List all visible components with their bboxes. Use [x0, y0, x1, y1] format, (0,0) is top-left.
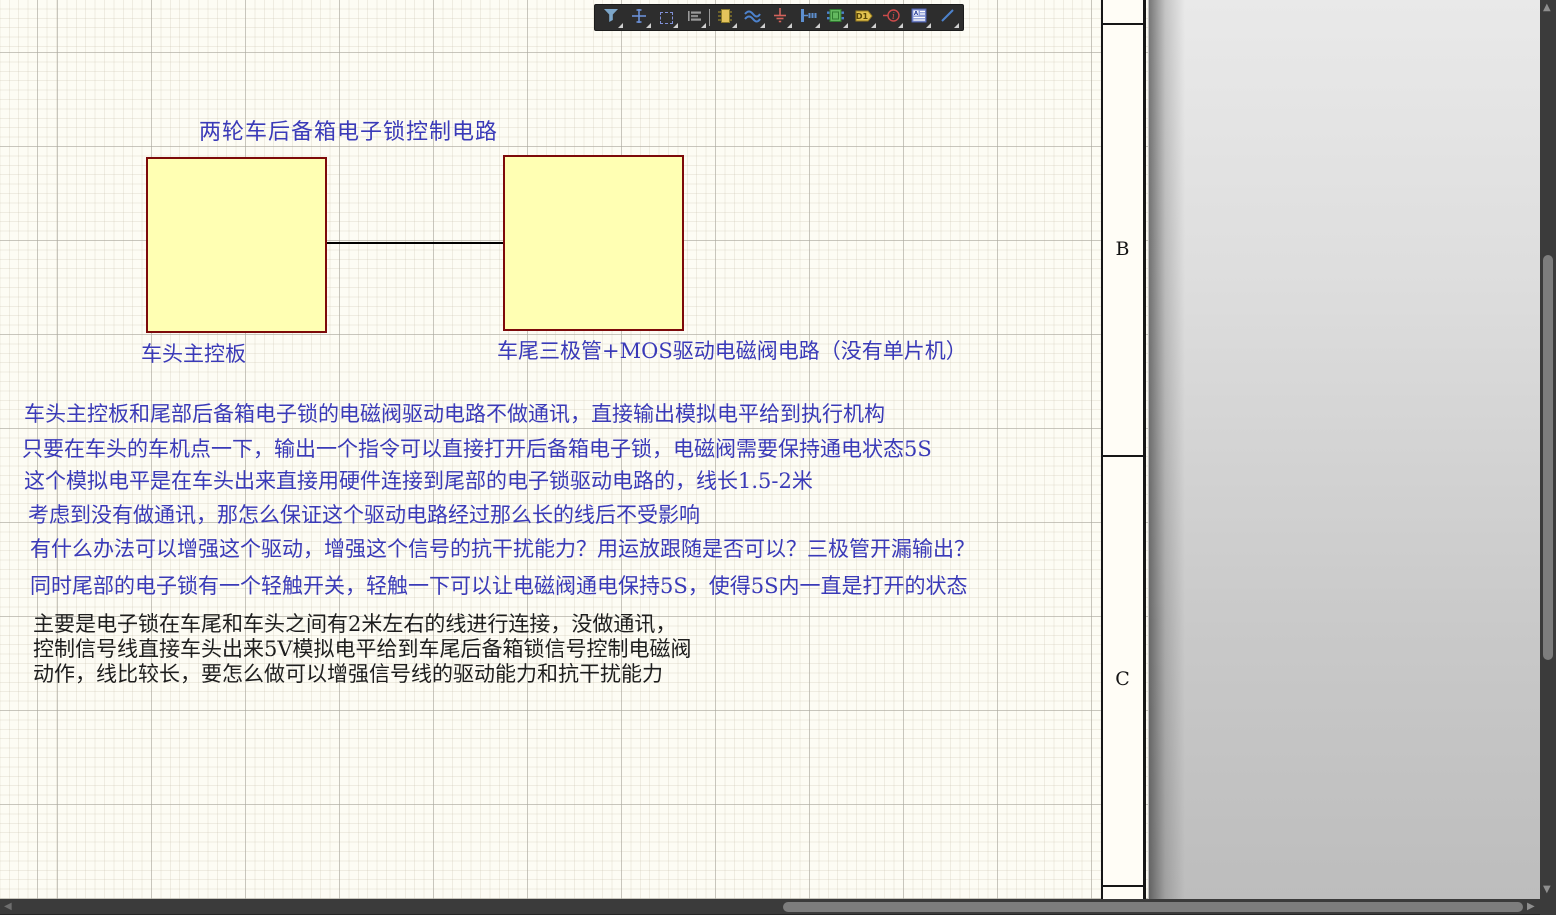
toolbar-separator — [709, 9, 710, 26]
block-head-controller[interactable] — [146, 157, 327, 333]
sheet-frame-border: B C — [1101, 0, 1146, 899]
frame-row-divider — [1103, 23, 1143, 25]
offsheet-background — [1149, 0, 1540, 899]
component-tool-button[interactable] — [822, 5, 850, 30]
note-line[interactable]: 考虑到没有做通讯，那怎么保证这个驱动电路经过那么长的线后不受影响 — [28, 499, 700, 529]
block-head-label[interactable]: 车头主控板 — [141, 338, 246, 368]
block-tail-label[interactable]: 车尾三极管+MOS驱动电磁阀电路（没有单片机） — [497, 335, 967, 365]
component-chip-icon — [827, 8, 844, 27]
ground-tool-button[interactable] — [767, 5, 795, 30]
bus-wires-tool-button[interactable] — [739, 5, 767, 30]
scroll-right-arrow[interactable]: ▶ — [1527, 902, 1535, 912]
scroll-down-arrow[interactable]: ▼ — [1543, 885, 1551, 895]
filter-funnel-icon — [603, 8, 619, 27]
svg-text:D1: D1 — [856, 12, 869, 21]
crosshair-icon — [631, 8, 647, 28]
svg-text:A: A — [914, 11, 919, 17]
note-line[interactable]: 同时尾部的电子锁有一个轻触开关，轻触一下可以让电磁阀通电保持5S，使得5S内一直… — [30, 570, 968, 600]
line-tool-icon — [940, 8, 955, 27]
frame-row-divider — [1103, 885, 1143, 887]
note-line[interactable]: 只要在车头的车机点一下，输出一个指令可以直接打开后备箱电子锁，电磁阀需要保持通电… — [22, 433, 932, 463]
note-line[interactable]: 这个模拟电平是在车头出来直接用硬件连接到尾部的电子锁驱动电路的，线长1.5-2米 — [24, 465, 813, 495]
ic-chip-tool-button[interactable] — [711, 5, 739, 30]
vertical-scrollbar-thumb[interactable] — [1543, 255, 1553, 660]
schematic-editor-stage: 两轮车后备箱电子锁控制电路 车头主控板 车尾三极管+MOS驱动电磁阀电路（没有单… — [0, 0, 1556, 915]
vertical-scrollbar[interactable]: ▲ ▼ — [1540, 0, 1556, 915]
filter-tool-button[interactable] — [597, 5, 625, 30]
net-port-tool-button[interactable] — [794, 5, 822, 30]
svg-text:i: i — [892, 12, 895, 22]
align-bars-icon — [687, 8, 702, 27]
frame-row-label-b: B — [1103, 238, 1143, 260]
scroll-up-arrow[interactable]: ▲ — [1543, 3, 1551, 13]
note-paragraph-line[interactable]: 主要是电子锁在车尾和车头之间有2米左右的线进行连接，没做通讯， — [33, 612, 676, 638]
align-tool-button[interactable] — [680, 5, 708, 30]
note-line[interactable]: 有什么办法可以增强这个驱动，增强这个信号的抗干扰能力？用运放跟随是否可以？三极管… — [30, 533, 975, 563]
frame-row-divider — [1103, 455, 1143, 457]
line-tool-button[interactable] — [933, 5, 961, 30]
scroll-left-arrow[interactable]: ◀ — [4, 902, 12, 912]
horizontal-scrollbar[interactable]: ◀ ▶ — [0, 899, 1540, 915]
net-label-tool-button[interactable]: D1 — [850, 5, 878, 30]
connection-wire[interactable] — [327, 242, 503, 244]
diagram-title-text[interactable]: 两轮车后备箱电子锁控制电路 — [199, 114, 498, 146]
frame-row-label-c: C — [1103, 668, 1143, 690]
text-note-tool-button[interactable]: A — [905, 5, 933, 30]
block-tail-driver[interactable] — [503, 155, 684, 331]
selection-tool-button[interactable] — [653, 5, 681, 30]
ic-chip-icon — [717, 8, 733, 28]
net-port-icon — [800, 8, 817, 27]
net-label-tag-icon: D1 — [855, 8, 873, 27]
horizontal-scrollbar-thumb[interactable] — [783, 902, 1523, 912]
bus-wires-icon — [744, 8, 761, 27]
sheet-drop-shadow — [1149, 0, 1185, 899]
schematic-canvas[interactable]: 两轮车后备箱电子锁控制电路 车头主控板 车尾三极管+MOS驱动电磁阀电路（没有单… — [0, 0, 1148, 899]
ground-icon — [772, 8, 788, 27]
crosshair-tool-button[interactable] — [625, 5, 653, 30]
note-paragraph-line[interactable]: 控制信号线直接车头出来5V模拟电平给到车尾后备箱锁信号控制电磁阀 — [33, 637, 692, 663]
text-note-icon: A — [911, 8, 927, 27]
no-erc-tool-button[interactable]: i — [878, 5, 906, 30]
note-line[interactable]: 车头主控板和尾部后备箱电子锁的电磁阀驱动电路不做通讯，直接输出模拟电平给到执行机… — [24, 398, 885, 428]
note-paragraph-line[interactable]: 动作，线比较长，要怎么做可以增强信号线的驱动能力和抗干扰能力 — [33, 662, 663, 688]
drawing-toolbar: D1 i A — [594, 4, 964, 31]
selection-box-icon — [660, 12, 673, 24]
no-erc-info-icon: i — [883, 8, 900, 27]
